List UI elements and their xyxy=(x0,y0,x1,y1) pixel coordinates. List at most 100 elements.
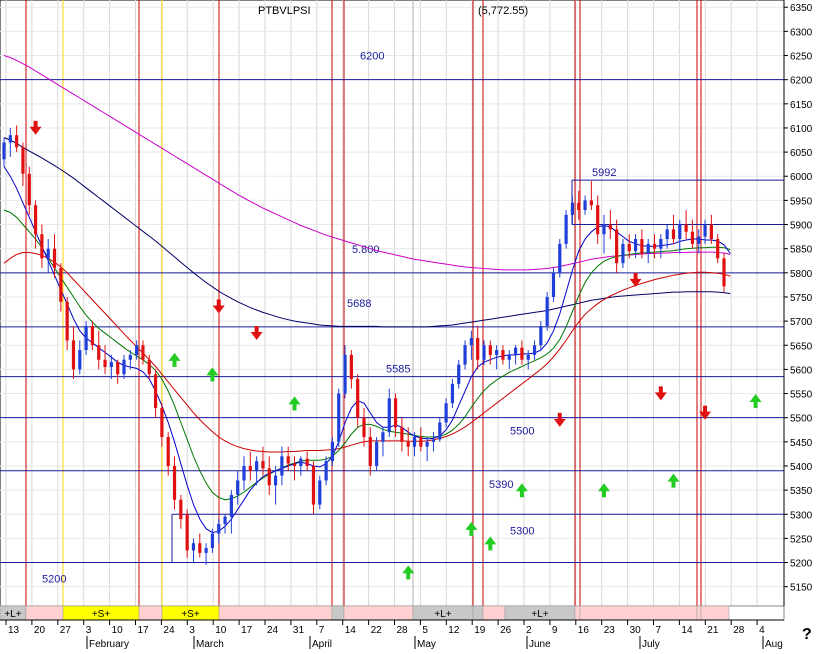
x-tick-label: 30 xyxy=(630,625,642,636)
y-tick-label: 5750 xyxy=(790,293,813,304)
candle-body xyxy=(356,379,360,418)
month-label: July xyxy=(642,639,660,649)
candle-body xyxy=(286,456,290,464)
candle-body xyxy=(349,354,353,380)
y-tick-label: 6350 xyxy=(790,3,813,14)
candle-body xyxy=(305,458,309,466)
x-tick-label: 17 xyxy=(138,625,150,636)
candle-body xyxy=(21,147,25,174)
candle-body xyxy=(507,354,511,360)
candle-body xyxy=(652,243,657,249)
x-tick-label: 7 xyxy=(656,625,662,636)
candle-body xyxy=(469,338,473,346)
candle-body xyxy=(15,135,19,148)
buy-arrow-shaft xyxy=(671,480,676,488)
x-tick-label: 19 xyxy=(474,625,486,636)
candle-body xyxy=(495,350,499,355)
level-label: 5500 xyxy=(510,426,534,438)
candle-body xyxy=(27,173,31,206)
candle-body xyxy=(476,338,480,360)
help-question-mark[interactable]: ? xyxy=(802,626,812,644)
candle-body xyxy=(570,202,575,215)
candle-body xyxy=(71,340,76,370)
month-label: May xyxy=(417,639,436,649)
candle-body xyxy=(198,543,202,553)
level-label: 5688 xyxy=(347,298,371,310)
candle-body xyxy=(678,224,682,240)
buy-arrow-shaft xyxy=(753,400,758,408)
candle-body xyxy=(621,243,625,264)
signal-band-segment xyxy=(700,605,730,621)
candle-body xyxy=(627,243,631,252)
sell-arrow-shaft xyxy=(658,386,663,394)
candle-body xyxy=(602,224,606,235)
signal-band-segment xyxy=(696,605,702,621)
signal-band-label: +S+ xyxy=(181,609,200,620)
candle-body xyxy=(223,516,227,524)
y-tick-label: 5500 xyxy=(790,414,813,425)
y-tick-label: 5450 xyxy=(790,438,813,449)
candle-body xyxy=(520,347,524,360)
plot-frame xyxy=(0,0,785,607)
buy-arrow-shaft xyxy=(292,403,297,411)
x-tick-label: 7 xyxy=(319,625,325,636)
candle-body xyxy=(482,345,486,360)
candle-body xyxy=(400,427,404,442)
candle-body xyxy=(368,436,372,466)
y-tick-label: 5350 xyxy=(790,486,813,497)
level-label: 5390 xyxy=(489,479,513,491)
y-tick-label: 5250 xyxy=(790,534,813,545)
level-label: 5200 xyxy=(42,574,66,586)
y-tick-label: 6050 xyxy=(790,148,813,159)
candle-body xyxy=(160,408,164,437)
candle-body xyxy=(709,224,713,240)
x-tick-label: 10 xyxy=(112,625,124,636)
candle-body xyxy=(501,350,505,360)
candle-body xyxy=(248,465,252,471)
y-tick-label: 5600 xyxy=(790,365,813,376)
x-tick-label: 9 xyxy=(552,625,558,636)
buy-arrow-shaft xyxy=(519,490,524,498)
level-label: 6200 xyxy=(360,51,384,63)
candle-body xyxy=(292,463,297,466)
candle-body xyxy=(8,135,12,143)
signal-band-segment xyxy=(472,605,484,621)
candle-body xyxy=(703,224,707,237)
y-tick-label: 6000 xyxy=(790,172,813,183)
candle-body xyxy=(153,374,158,409)
candle-body xyxy=(59,267,63,302)
candle-body xyxy=(362,417,366,437)
candle-body xyxy=(210,533,215,549)
sell-arrow-shaft xyxy=(254,326,259,334)
candle-body xyxy=(311,465,316,505)
candle-body xyxy=(46,248,50,259)
candle-body xyxy=(539,325,543,346)
candle-body xyxy=(671,229,676,240)
candle-body xyxy=(444,403,448,423)
candle-body xyxy=(97,345,101,360)
signal-band-label: +L+ xyxy=(531,609,548,620)
candle-body xyxy=(488,345,492,355)
buy-arrow-shaft xyxy=(172,359,177,367)
candle-body xyxy=(577,202,581,211)
x-tick-label: 3 xyxy=(189,625,195,636)
candle-body xyxy=(716,239,720,259)
signal-band-segment xyxy=(25,605,64,621)
sell-arrow-shaft xyxy=(216,299,221,307)
candle-body xyxy=(255,461,259,471)
chart-svg: 620059925.800568855855500539053005200+L+… xyxy=(0,0,813,650)
buy-arrow-shaft xyxy=(406,572,411,580)
candle-body xyxy=(375,441,379,466)
y-tick-label: 5850 xyxy=(790,245,813,256)
y-tick-label: 5950 xyxy=(790,196,813,207)
chart-title: PTBVLPSI xyxy=(258,5,311,17)
candle-body xyxy=(330,441,335,462)
candle-body xyxy=(419,436,423,447)
candle-body xyxy=(191,543,196,551)
candle-body xyxy=(646,243,650,254)
candle-body xyxy=(236,480,240,495)
candle-body xyxy=(242,465,246,481)
candle-body xyxy=(431,439,436,442)
candle-body xyxy=(457,364,461,384)
candle-body xyxy=(122,359,126,375)
